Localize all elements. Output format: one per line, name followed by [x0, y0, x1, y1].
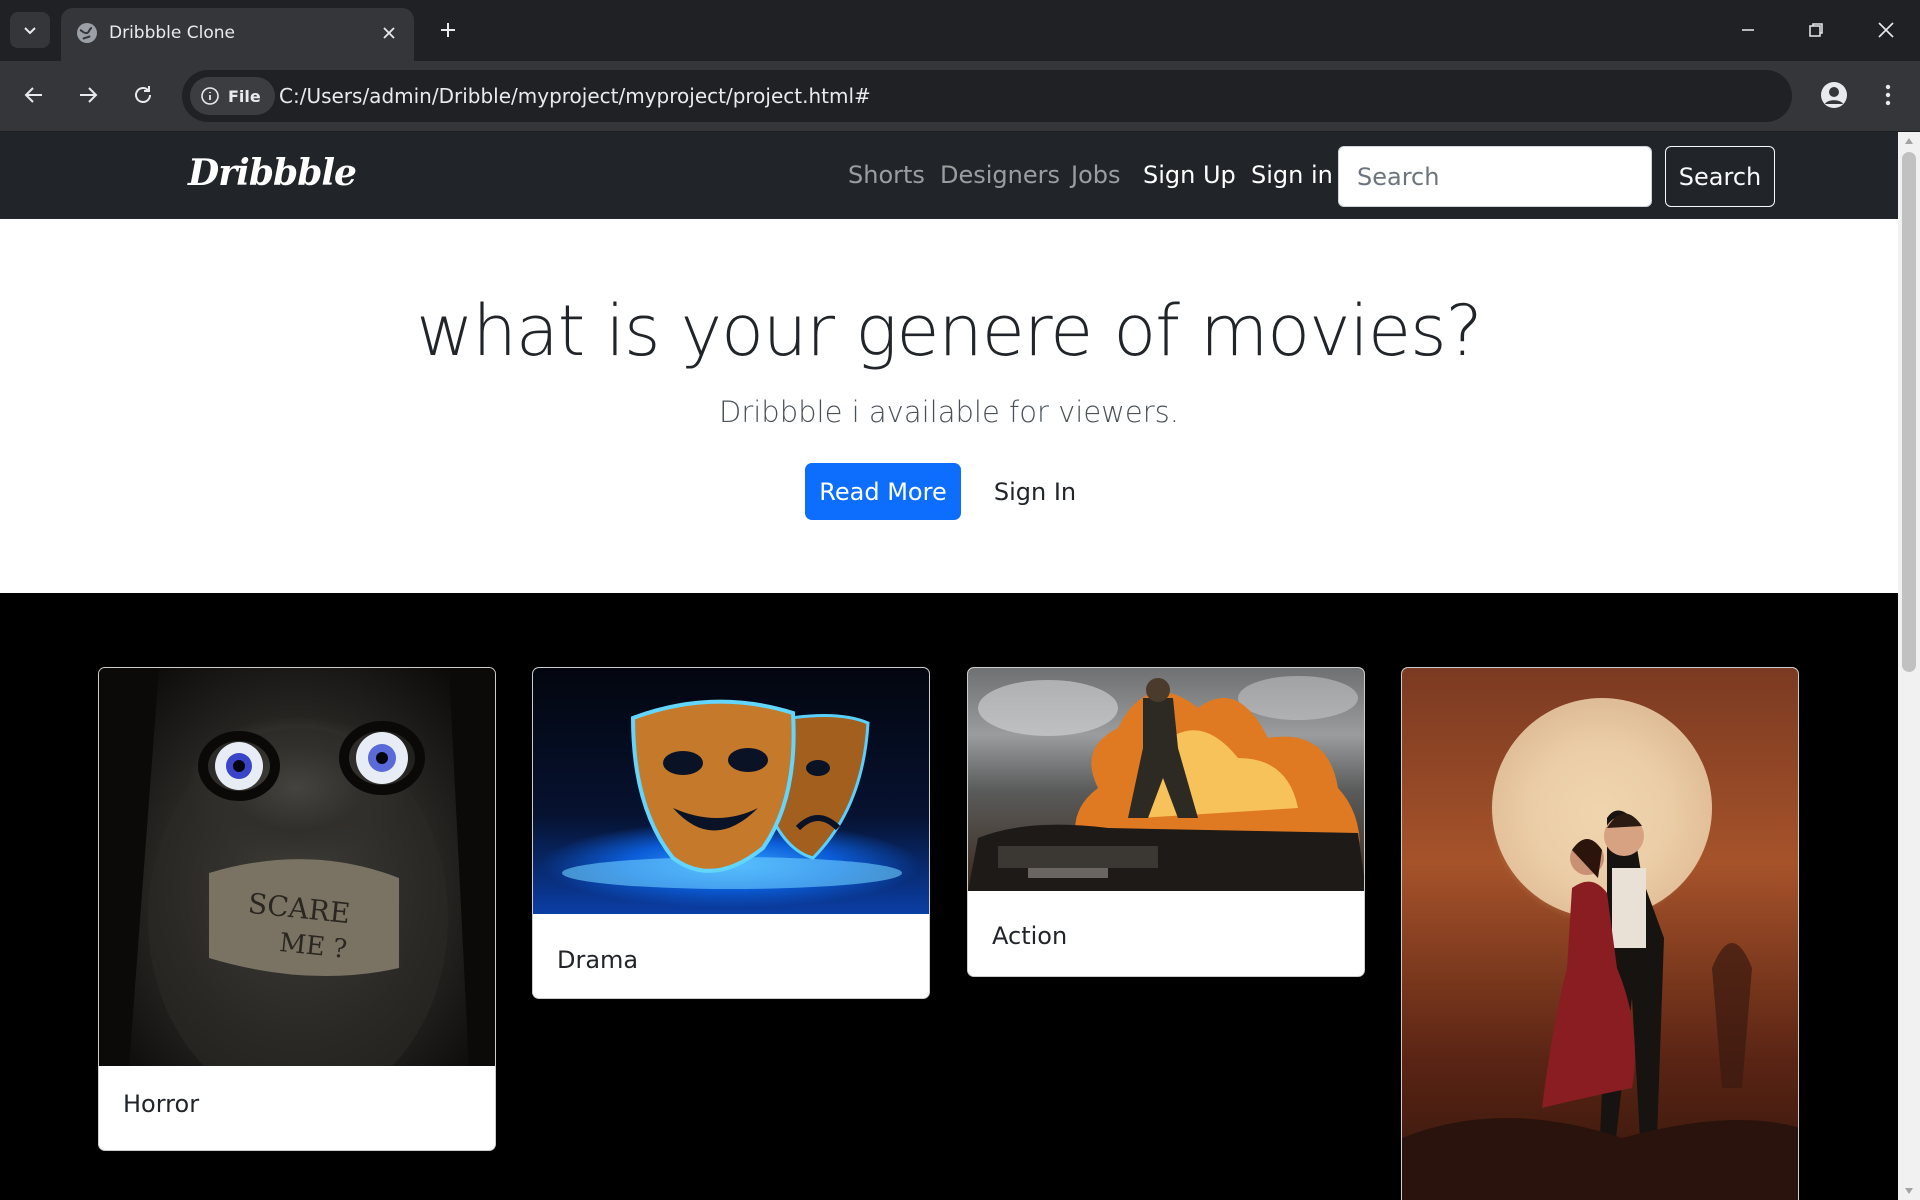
site-info-chip[interactable]: File: [190, 77, 275, 115]
card-title: Action: [992, 922, 1068, 950]
genre-card-drama[interactable]: Drama: [532, 667, 930, 999]
minimize-icon: [1742, 29, 1754, 31]
action-explosion-image: [968, 668, 1364, 891]
explosion-drawing: [968, 676, 1364, 891]
scroll-up-button[interactable]: [1898, 132, 1920, 150]
nav-link-shorts[interactable]: Shorts: [848, 160, 925, 190]
sign-in-button[interactable]: Sign In: [982, 463, 1088, 520]
close-icon: [1878, 22, 1894, 38]
globe-icon: [77, 23, 97, 43]
new-tab-button[interactable]: [430, 12, 466, 48]
read-more-button[interactable]: Read More: [805, 463, 961, 520]
search-button[interactable]: Search: [1665, 146, 1775, 207]
page-viewport: Dribbble Shorts Designers Jobs Sign Up S…: [0, 132, 1898, 1200]
nav-link-sign-in[interactable]: Sign in: [1251, 160, 1333, 190]
tab-title: Dribbble Clone: [109, 23, 235, 43]
genre-card-action[interactable]: Action: [967, 667, 1365, 977]
account-icon: [1821, 82, 1847, 108]
hero-subtitle: Dribbble i available for viewers.: [718, 395, 1179, 429]
close-window-button[interactable]: [1860, 8, 1912, 52]
site-navbar: Dribbble Shorts Designers Jobs Sign Up S…: [0, 132, 1898, 219]
genre-card-romance[interactable]: [1401, 667, 1799, 1200]
scroll-thumb[interactable]: [1902, 152, 1916, 672]
chevron-down-icon: [24, 27, 36, 35]
couple-drawing: [1402, 698, 1798, 1200]
browser-menu-button[interactable]: [1868, 75, 1908, 115]
nav-link-sign-up[interactable]: Sign Up: [1143, 160, 1236, 190]
address-bar[interactable]: File C:/Users/admin/Dribble/myproject/my…: [182, 70, 1792, 122]
restore-button[interactable]: [1790, 8, 1842, 52]
drama-masks-image: [533, 668, 929, 914]
plus-icon: [441, 23, 455, 37]
hero-section: what is your genere of movies? Dribbble …: [0, 219, 1898, 593]
romance-couple-image: [1402, 668, 1798, 1200]
card-title: Drama: [557, 946, 639, 974]
minimize-button[interactable]: [1722, 8, 1774, 52]
restore-icon: [1809, 23, 1823, 37]
site-chip-label: File: [228, 86, 261, 106]
card-title: Horror: [123, 1090, 200, 1118]
arrow-left-icon: [24, 87, 42, 103]
horror-image: SCARE ME ?: [99, 668, 495, 1108]
bookmark-button[interactable]: [1916, 80, 1920, 112]
browser-toolbar: File C:/Users/admin/Dribble/myproject/my…: [0, 61, 1920, 132]
nav-link-jobs[interactable]: Jobs: [1071, 160, 1121, 190]
search-input[interactable]: [1338, 146, 1652, 207]
nav-link-designers[interactable]: Designers: [940, 160, 1060, 190]
tab-search-button[interactable]: [10, 12, 50, 48]
genre-card-horror[interactable]: SCARE ME ? Horror: [98, 667, 496, 1151]
back-button[interactable]: [14, 75, 54, 115]
triangle-up-icon: [1905, 138, 1913, 144]
close-icon: [383, 27, 395, 39]
horror-face-drawing: SCARE ME ?: [99, 668, 495, 1108]
info-icon: [201, 87, 219, 105]
page-scrollbar[interactable]: [1898, 132, 1920, 1200]
arrow-right-icon: [80, 87, 98, 103]
reload-icon: [135, 86, 151, 103]
forward-button[interactable]: [68, 75, 108, 115]
profile-button[interactable]: [1814, 75, 1854, 115]
brand-logo[interactable]: Dribbble: [188, 152, 357, 194]
url-text[interactable]: C:/Users/admin/Dribble/myproject/myproje…: [279, 84, 871, 108]
tab-close-button[interactable]: [377, 21, 401, 45]
reload-button[interactable]: [123, 75, 163, 115]
triangle-down-icon: [1905, 1188, 1913, 1194]
browser-tab-bar: Dribbble Clone: [0, 0, 1920, 61]
hero-title: what is your genere of movies?: [416, 290, 1482, 372]
scroll-down-button[interactable]: [1898, 1182, 1920, 1200]
theater-masks-drawing: [562, 699, 902, 889]
more-vertical-icon: [1885, 84, 1891, 106]
browser-tab[interactable]: Dribbble Clone: [61, 8, 414, 61]
